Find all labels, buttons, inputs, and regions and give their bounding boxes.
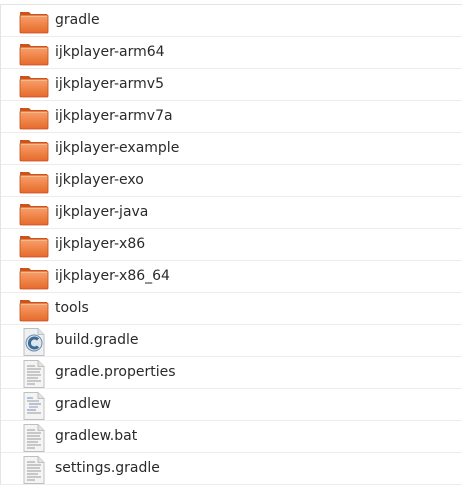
folder-icon [19,72,49,98]
folder-icon [19,264,49,290]
list-item-tools[interactable]: tools [1,293,462,325]
list-item-ijkplayer-armv7a[interactable]: ijkplayer-armv7a [1,101,462,133]
file-name: ijkplayer-x86 [55,236,146,252]
list-item-ijkplayer-x86_64[interactable]: ijkplayer-x86_64 [1,261,462,293]
file-name: ijkplayer-arm64 [55,44,165,60]
folder-icon [19,232,49,258]
list-item-gradle[interactable]: gradle [1,5,462,37]
file-name: build.gradle [55,332,139,348]
folder-icon [19,200,49,226]
file-name: ijkplayer-armv7a [55,108,173,124]
list-item-ijkplayer-example[interactable]: ijkplayer-example [1,133,462,165]
file-name: gradlew [55,396,112,412]
list-item-ijkplayer-x86[interactable]: ijkplayer-x86 [1,229,462,261]
folder-icon [19,104,49,130]
file-name: gradlew.bat [55,428,138,444]
folder-icon [19,136,49,162]
groovy-file-icon [19,328,49,356]
file-name: tools [55,300,89,316]
folder-icon [19,168,49,194]
file-name: ijkplayer-x86_64 [55,268,170,284]
file-list: gradle ijkplayer-arm64 ijkplayer-armv5 i… [0,4,462,485]
list-item-ijkplayer-armv5[interactable]: ijkplayer-armv5 [1,69,462,101]
list-item-gradlew[interactable]: gradlew [1,389,462,421]
file-name: ijkplayer-armv5 [55,76,164,92]
list-item-build-gradle[interactable]: build.gradle [1,325,462,357]
file-name: gradle.properties [55,364,176,380]
script-file-icon [19,392,49,420]
folder-icon [19,8,49,34]
folder-icon [19,296,49,322]
text-file-icon [19,424,49,452]
folder-icon [19,40,49,66]
list-item-gradle-properties[interactable]: gradle.properties [1,357,462,389]
file-name: ijkplayer-java [55,204,149,220]
list-item-ijkplayer-arm64[interactable]: ijkplayer-arm64 [1,37,462,69]
file-name: settings.gradle [55,460,160,476]
file-name: ijkplayer-exo [55,172,144,188]
list-item-settings-gradle[interactable]: settings.gradle [1,453,462,485]
text-file-icon [19,456,49,484]
text-file-icon [19,360,49,388]
list-item-ijkplayer-exo[interactable]: ijkplayer-exo [1,165,462,197]
file-name: gradle [55,12,100,28]
list-item-gradlew-bat[interactable]: gradlew.bat [1,421,462,453]
file-name: ijkplayer-example [55,140,180,156]
list-item-ijkplayer-java[interactable]: ijkplayer-java [1,197,462,229]
